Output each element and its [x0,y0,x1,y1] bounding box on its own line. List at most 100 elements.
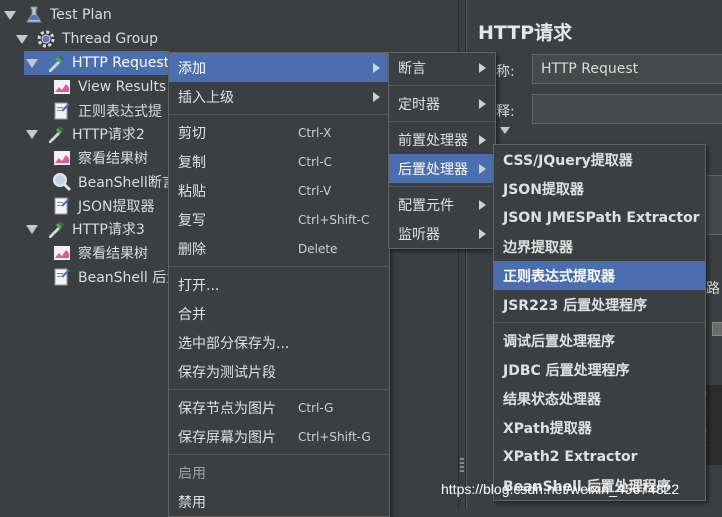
menu-item-paste[interactable]: 粘贴 Ctrl-V [169,176,389,205]
menu-item-label: JSR223 后置处理程序 [503,297,648,314]
comment-label: 释: [496,104,515,120]
collapse-toggle[interactable] [26,129,38,139]
menu-item-pre-processors[interactable]: 前置处理器 [389,125,495,154]
menu-item-cut[interactable]: 剪切 Ctrl-X [169,118,389,147]
menu-separator [169,114,389,115]
tree-item-label: HTTP Request [72,55,170,71]
menu-item-merge[interactable]: 合并 [169,299,389,328]
tree-item-json-extractor[interactable]: JSON提取器 [52,194,155,218]
submenu-arrow-icon [479,62,486,73]
name-input[interactable]: HTTP Request [532,54,722,84]
menu-item-label: JDBC 后置处理程序 [503,362,630,379]
menu-item-label: XPath提取器 [503,420,592,437]
tree-item-label: Thread Group [62,31,159,47]
menu-item-save-as-test-fragment[interactable]: 保存为测试片段 [169,357,389,386]
menu-item-shortcut: Ctrl-X [298,125,332,140]
menu-item-json-extractor[interactable]: JSON提取器 [494,174,705,203]
menu-item-timers[interactable]: 定时器 [389,89,495,118]
pipette-icon [46,219,66,239]
menu-item-label: 监听器 [398,226,440,243]
document-icon [52,267,72,287]
collapse-toggle[interactable] [16,34,28,44]
magnifier-icon [52,172,72,192]
menu-item-xpath2-extractor[interactable]: XPath2 Extractor [494,442,705,471]
tree-item-view-results[interactable]: View Results [52,75,166,99]
menu-item-open[interactable]: 打开... [169,270,389,299]
tree-item-thread-group[interactable]: Thread Group [16,27,158,51]
submenu-arrow-icon [479,199,486,210]
menu-item-save-selection-as[interactable]: 选中部分保存为... [169,328,389,357]
menu-item-label: 结果状态处理器 [503,391,601,408]
menu-item-shortcut: Ctrl+Shift-C [298,212,370,227]
menu-separator [169,266,389,267]
menu-item-copy[interactable]: 复制 Ctrl-C [169,147,389,176]
tree-item-http-request-3[interactable]: HTTP请求3 [26,217,145,241]
menu-item-label: 粘贴 [178,183,206,200]
collapse-toggle[interactable] [26,224,38,234]
menu-item-label: 前置处理器 [398,132,468,149]
menu-item-label: 禁用 [178,494,206,511]
tree-item-label: 察看结果树 [78,151,148,167]
tree-item-http-request[interactable]: HTTP Request [24,51,169,75]
tree-item-regex-extractor[interactable]: 正则表达式提 [52,99,162,123]
menu-item-label: 正则表达式提取器 [503,268,615,285]
menu-item-delete[interactable]: 删除 Delete [169,234,389,263]
menu-item-add[interactable]: 添加 [169,53,389,82]
menu-separator [389,121,495,122]
menu-separator [169,389,389,390]
menu-item-jdbc-postprocessor[interactable]: JDBC 后置处理程序 [494,355,705,384]
post-processor-submenu: CSS/JQuery提取器 JSON提取器 JSON JMESPath Extr… [493,144,706,501]
chart-icon [52,243,72,263]
menu-item-xpath-extractor[interactable]: XPath提取器 [494,413,705,442]
tree-item-label: Test Plan [50,7,112,23]
menu-item-label: 边界提取器 [503,239,573,256]
menu-item-label: 添加 [178,60,206,77]
menu-item-save-screen-as-image[interactable]: 保存屏幕为图片 Ctrl+Shift-G [169,422,389,451]
tree-item-label: View Results [78,79,167,95]
collapse-arrow-icon[interactable] [500,127,510,134]
tree-item-beanshell-postprocessor[interactable]: BeanShell 后置 [52,265,180,289]
menu-item-result-status-handler[interactable]: 结果状态处理器 [494,384,705,413]
menu-item-listeners[interactable]: 监听器 [389,219,495,248]
menu-item-json-jmespath-extractor[interactable]: JSON JMESPath Extractor [494,203,705,232]
collapse-toggle[interactable] [4,10,16,20]
menu-item-jsr223-postprocessor[interactable]: JSR223 后置处理程序 [494,290,705,319]
pipette-icon [46,124,66,144]
tree-item-view-results-tree[interactable]: 察看结果树 [52,146,148,170]
menu-item-save-node-as-image[interactable]: 保存节点为图片 Ctrl-G [169,393,389,422]
menu-item-duplicate[interactable]: 复写 Ctrl+Shift-C [169,205,389,234]
menu-item-label: 合并 [178,306,206,323]
menu-item-assertions[interactable]: 断言 [389,53,495,82]
menu-item-label: 断言 [398,60,426,77]
menu-item-css-jquery-extractor[interactable]: CSS/JQuery提取器 [494,145,705,174]
menu-item-disable[interactable]: 禁用 [169,487,389,516]
menu-item-label: 打开... [178,277,220,294]
menu-item-debug-postprocessor[interactable]: 调试后置处理程序 [494,326,705,355]
panel-title: HTTP请求 [478,22,573,44]
menu-item-regex-extractor[interactable]: 正则表达式提取器 [494,261,705,290]
flask-icon [24,5,44,25]
menu-item-insert-parent[interactable]: 插入上级 [169,82,389,111]
tree-item-label: 察看结果树 [78,246,148,262]
menu-item-boundary-extractor[interactable]: 边界提取器 [494,232,705,261]
tree-item-view-results-tree-2[interactable]: 察看结果树 [52,241,148,265]
tree-item-beanshell-assertion[interactable]: BeanShell断言 [52,170,176,194]
menu-item-label: 启用 [178,465,206,482]
menu-item-label: 复制 [178,154,206,171]
tree-item-test-plan[interactable]: Test Plan [4,3,112,27]
menu-item-shortcut: Ctrl-C [298,154,333,169]
submenu-arrow-icon [373,91,380,102]
menu-item-label: 选中部分保存为... [178,335,290,352]
menu-item-label: 复写 [178,212,206,229]
menu-item-post-processors[interactable]: 后置处理器 [389,154,495,183]
menu-item-label: 保存屏幕为图片 [178,429,276,446]
submenu-arrow-icon [479,228,486,239]
menu-item-label: XPath2 Extractor [503,448,638,465]
menu-item-config-elements[interactable]: 配置元件 [389,190,495,219]
menu-separator [169,454,389,455]
menu-item-label: 后置处理器 [398,161,468,178]
collapse-toggle[interactable] [26,58,38,68]
comment-input[interactable] [532,94,722,124]
tree-item-http-request-2[interactable]: HTTP请求2 [26,122,145,146]
dropdown-chevron-icon[interactable] [712,322,722,336]
